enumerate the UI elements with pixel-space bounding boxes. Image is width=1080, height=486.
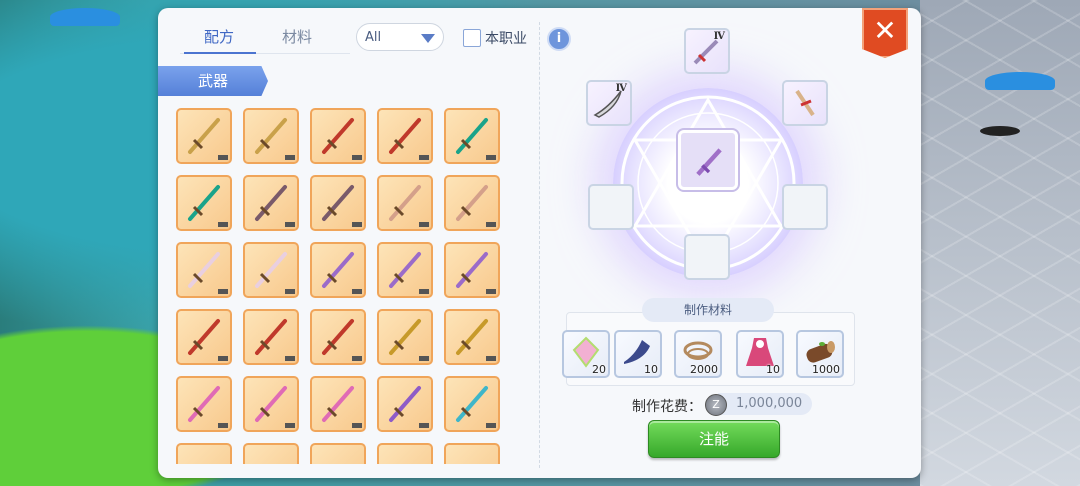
pink-staff-icon (188, 386, 220, 422)
chevron-down-icon (421, 34, 435, 43)
recipe-item[interactable] (444, 175, 500, 231)
fin-blade-icon (456, 118, 488, 154)
active-tab-indicator (184, 52, 256, 54)
material-slot[interactable]: 1000 (796, 330, 844, 378)
material-count: 1000 (812, 363, 840, 376)
recipe-item[interactable] (377, 108, 433, 164)
axe-icon (255, 118, 287, 154)
recipe-item[interactable] (310, 242, 366, 298)
red-blade-icon (255, 319, 287, 355)
material-count: 2000 (690, 363, 718, 376)
recipe-item[interactable] (243, 242, 299, 298)
material-slot[interactable]: 10 (736, 330, 784, 378)
background-umbrella (50, 8, 120, 26)
purple-staff-icon (389, 386, 421, 422)
ingredient-slot-bottom[interactable] (684, 234, 730, 280)
own-class-checkbox[interactable] (463, 29, 481, 47)
crystal-staff-icon (456, 386, 488, 422)
recipe-item[interactable] (310, 309, 366, 365)
spear-icon (389, 118, 421, 154)
result-slot[interactable] (678, 130, 738, 190)
axe-icon (188, 118, 220, 154)
recipe-item[interactable] (377, 175, 433, 231)
hammer-icon (456, 185, 488, 221)
spear-icon (322, 118, 354, 154)
material-slot[interactable]: 20 (562, 330, 610, 378)
recipe-item[interactable] (176, 376, 232, 432)
ingredient-slot-right[interactable] (782, 80, 828, 126)
tier-label: Ⅳ (615, 83, 627, 94)
material-count: 10 (644, 363, 658, 376)
recipe-item[interactable] (444, 376, 500, 432)
material-slot[interactable]: 10 (614, 330, 662, 378)
recipe-item[interactable] (444, 443, 500, 464)
recipe-item[interactable] (310, 443, 366, 464)
material-count: 10 (766, 363, 780, 376)
red-blade-icon (322, 319, 354, 355)
recipe-item[interactable] (243, 175, 299, 231)
bone-club-icon (255, 252, 287, 288)
recipe-item[interactable] (176, 108, 232, 164)
tab-materials[interactable]: 材料 (282, 26, 312, 47)
panel-divider (539, 22, 540, 468)
materials-title: 制作材料 (642, 298, 774, 322)
ingredient-slot-top[interactable]: Ⅳ (684, 28, 730, 74)
recipe-item[interactable] (243, 309, 299, 365)
recipe-item[interactable] (377, 309, 433, 365)
fin-blade-icon (188, 185, 220, 221)
bone-club-icon (188, 252, 220, 288)
recipe-item[interactable] (176, 242, 232, 298)
recipe-item[interactable] (176, 443, 232, 464)
recipe-item[interactable] (444, 242, 500, 298)
close-button[interactable]: ✕ (862, 8, 908, 58)
gold-rapier-icon (456, 319, 488, 355)
tab-recipe[interactable]: 配方 (204, 26, 234, 47)
ingredient-slot-lower-left[interactable] (588, 184, 634, 230)
recipe-item[interactable] (444, 309, 500, 365)
background-umbrella (985, 72, 1055, 90)
infuse-button[interactable]: 注能 (648, 420, 780, 458)
cost-label: 制作花费： (632, 399, 702, 415)
purple-sword-icon (696, 148, 722, 176)
cost-value: 1,000,000 (736, 396, 803, 411)
purple-sword-icon (322, 252, 354, 288)
class-filter-dropdown[interactable]: All (356, 23, 444, 51)
recipe-item[interactable] (377, 242, 433, 298)
filter-value: All (365, 30, 382, 45)
recipe-item[interactable] (377, 443, 433, 464)
gold-rapier-icon (389, 319, 421, 355)
recipe-item[interactable] (243, 376, 299, 432)
pink-staff-icon (255, 386, 287, 422)
recipe-item[interactable] (243, 443, 299, 464)
zeny-coin-icon: Z (705, 394, 727, 416)
recipe-item[interactable] (176, 309, 232, 365)
purple-sword-icon (389, 252, 421, 288)
red-blade-icon (188, 319, 220, 355)
recipe-item[interactable] (176, 175, 232, 231)
ingredient-slot-left[interactable]: Ⅳ (586, 80, 632, 126)
greatsword-icon (322, 185, 354, 221)
category-weapon[interactable]: 武器 (158, 66, 268, 96)
recipe-item[interactable] (377, 376, 433, 432)
recipe-item[interactable] (243, 108, 299, 164)
purple-sword-icon (456, 252, 488, 288)
greatsword-icon (255, 185, 287, 221)
ingredient-slot-lower-right[interactable] (782, 184, 828, 230)
recipe-item[interactable] (444, 108, 500, 164)
tier-label: Ⅳ (713, 31, 725, 42)
pink-staff-icon (322, 386, 354, 422)
recipe-grid (176, 108, 511, 464)
recipe-item[interactable] (310, 175, 366, 231)
material-count: 20 (592, 363, 606, 376)
background-table (980, 126, 1020, 136)
recipe-item[interactable] (310, 376, 366, 432)
material-slot[interactable]: 2000 (674, 330, 722, 378)
own-class-label[interactable]: 本职业 (485, 28, 527, 48)
info-icon[interactable]: i (547, 27, 571, 51)
crafting-panel: 配方 材料 All 本职业 i ✕ 武器 Ⅳ Ⅳ 制作材料 20 10 2000… (158, 8, 921, 478)
hammer-icon (389, 185, 421, 221)
dagger-icon (795, 89, 815, 117)
recipe-item[interactable] (310, 108, 366, 164)
